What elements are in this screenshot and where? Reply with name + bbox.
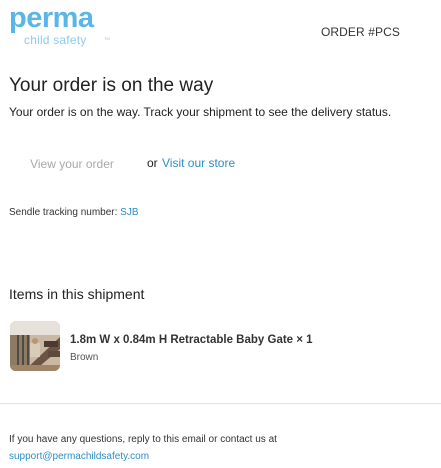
email-page: perma child safety TM ORDER #PCS Your or… bbox=[0, 0, 441, 468]
items-heading: Items in this shipment bbox=[9, 286, 145, 302]
product-title: 1.8m W x 0.84m H Retractable Baby Gate ×… bbox=[70, 334, 313, 346]
product-image bbox=[10, 321, 60, 371]
logo-subtext: child safety bbox=[24, 33, 87, 47]
order-number: ORDER #PCS bbox=[320, 25, 400, 39]
tracking-label: Sendle tracking number: bbox=[9, 207, 121, 218]
product-variant: Brown bbox=[70, 352, 99, 363]
page-title: Your order is on the way bbox=[9, 75, 214, 96]
visit-store-link[interactable]: Visit our store bbox=[162, 155, 235, 171]
view-order-button[interactable]: View your order bbox=[9, 148, 135, 178]
tracking-number-link[interactable]: SJB bbox=[120, 207, 138, 218]
or-separator: or bbox=[147, 156, 158, 170]
perma-logo[interactable]: perma child safety TM bbox=[9, 2, 119, 50]
logo-trademark: TM bbox=[104, 36, 110, 41]
baby-gate-photo-icon bbox=[10, 321, 60, 371]
status-description: Your order is on the way. Track your shi… bbox=[9, 105, 392, 119]
footer-contact-text: If you have any questions, reply to this… bbox=[9, 434, 277, 445]
logo-text: perma bbox=[9, 2, 94, 34]
tracking-info: Sendle tracking number: SJB bbox=[9, 206, 139, 220]
support-email-link[interactable]: support@permachildsafety.com bbox=[9, 450, 149, 464]
footer-divider bbox=[0, 403, 441, 404]
